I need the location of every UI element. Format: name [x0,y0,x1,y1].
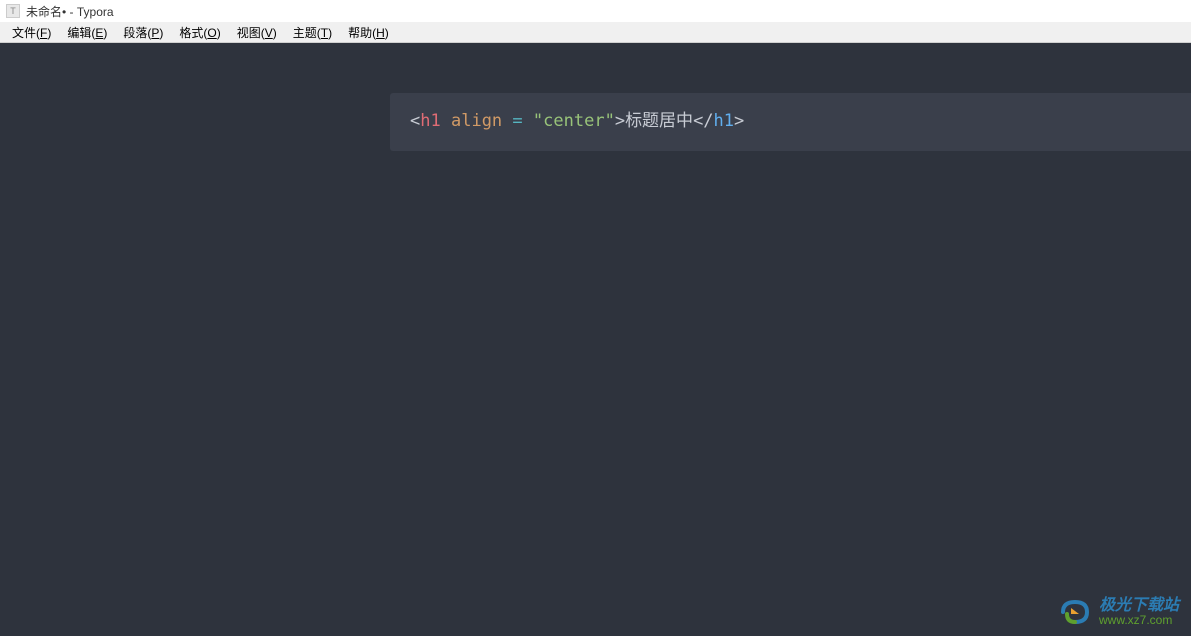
code-token-bracket: < [410,111,420,131]
menu-help[interactable]: 帮助(H) [340,22,397,43]
code-token-space [523,111,533,131]
code-token-bracket: > [734,111,744,131]
window-title: 未命名• - Typora [26,3,114,20]
code-block[interactable]: <h1 align = "center">标题居中</h1> [390,93,1191,151]
watermark-text: 极光下载站 www.xz7.com [1099,597,1179,628]
code-token-attr: align [451,111,502,131]
code-token-value: "center" [533,111,615,131]
watermark-logo-icon [1057,594,1093,630]
watermark: 极光下载站 www.xz7.com [1057,594,1179,630]
watermark-name: 极光下载站 [1099,597,1179,615]
titlebar: T 未命名• - Typora [0,0,1191,22]
editor-area[interactable]: <h1 align = "center">标题居中</h1> 极光下载站 www… [0,43,1191,636]
code-token-space [502,111,512,131]
code-token-space [441,111,451,131]
code-token-tag: h1 [420,111,440,131]
menu-format[interactable]: 格式(O) [171,22,228,43]
app-icon: T [6,4,20,18]
code-token-close-tag: h1 [714,111,734,131]
menu-edit[interactable]: 编辑(E) [59,22,115,43]
menubar: 文件(F) 编辑(E) 段落(P) 格式(O) 视图(V) 主题(T) 帮助(H… [0,22,1191,43]
code-token-bracket: > [615,111,625,131]
code-token-text: 标题居中 [625,111,693,131]
menu-view[interactable]: 视图(V) [229,22,285,43]
menu-paragraph[interactable]: 段落(P) [115,22,171,43]
menu-theme[interactable]: 主题(T) [285,22,340,43]
watermark-url: www.xz7.com [1099,614,1179,627]
menu-file[interactable]: 文件(F) [4,22,59,43]
code-token-bracket: </ [693,111,713,131]
code-token-equals: = [512,111,522,131]
